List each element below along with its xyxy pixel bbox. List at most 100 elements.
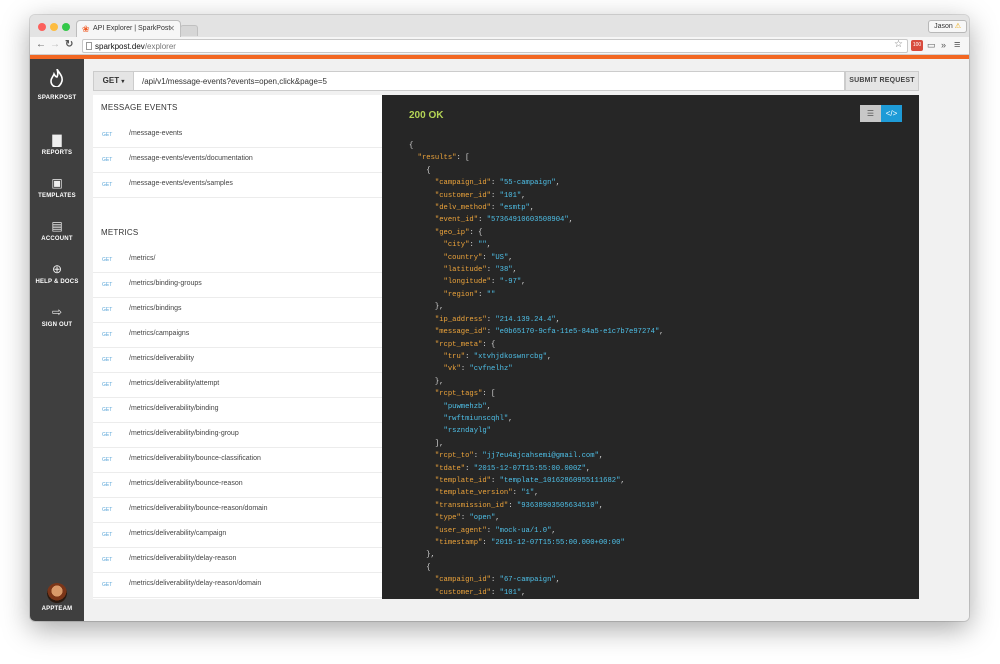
json-value: "93638903505634510" [516, 501, 599, 510]
sparkpost-logo[interactable]: SPARKPOST [30, 68, 84, 101]
json-key: "campaign_id" [434, 179, 491, 188]
endpoint-method: GET [102, 582, 113, 588]
endpoint-row[interactable]: GET/metrics/deliverability/bounce-classi… [93, 448, 382, 473]
json-key: "region" [443, 290, 479, 299]
extension-badge-icon[interactable]: 100 [911, 40, 923, 51]
json-value: "101" [499, 191, 522, 200]
endpoint-row[interactable]: GET/message-events/events/samples [93, 173, 382, 198]
sidebar-item-account[interactable]: ▤ ACCOUNT [30, 219, 84, 242]
sparkpost-flame-icon: ❀ [82, 24, 90, 34]
json-value: "mock-ua/1.0" [495, 526, 552, 535]
endpoint-row[interactable]: GET/metrics/deliverability/binding-group [93, 423, 382, 448]
menu-icon[interactable]: ≡ [954, 39, 960, 51]
method-dropdown[interactable]: GET ▾ [93, 71, 134, 91]
bar-chart-icon: ▇ [52, 133, 62, 147]
json-line: "rwftmiunscqhl", [443, 414, 513, 423]
view-toggle-settings-icon[interactable]: ☰ [860, 105, 881, 122]
sidebar-item-label: REPORTS [41, 150, 73, 156]
json-key: "template_version" [434, 489, 513, 498]
sidebar-item-templates[interactable]: ▣ TEMPLATES [30, 176, 84, 199]
endpoint-row[interactable]: GET/metrics/deliverability/campaign [93, 523, 382, 548]
json-key: "customer_id" [434, 191, 491, 200]
endpoint-row[interactable]: GET/metrics/deliverability/delay-reason [93, 548, 382, 573]
json-value: "US" [491, 253, 509, 262]
endpoint-path: /metrics/deliverability/bounce-classific… [129, 455, 261, 462]
image-icon: ▣ [51, 176, 63, 190]
endpoint-method: GET [102, 182, 113, 188]
endpoint-method: GET [102, 357, 113, 363]
json-key: "geo_ip" [434, 228, 470, 237]
json-line: "campaign_id": "67-campaign", [434, 576, 561, 585]
maximize-window-button[interactable] [62, 23, 70, 31]
response-status: 200 OK [409, 110, 444, 121]
sidebar-item-sign-out[interactable]: ⇨ SIGN OUT [30, 305, 84, 328]
json-line: ], [434, 439, 444, 448]
endpoint-row[interactable]: GET/metrics/binding-groups [93, 273, 382, 298]
json-key: "tdate" [434, 464, 466, 473]
endpoint-row[interactable]: GET/metrics/bindings [93, 298, 382, 323]
address-bar[interactable]: sparkpost.dev/explorer ☆ [82, 39, 908, 53]
more-extensions-icon[interactable]: » [941, 39, 946, 51]
endpoint-row[interactable]: GET/metrics/deliverability/bounce-reason [93, 473, 382, 498]
endpoint-row[interactable]: GET/metrics/deliverability [93, 348, 382, 373]
json-key: "rcpt_tags" [434, 390, 483, 399]
json-value: "" [486, 290, 496, 299]
endpoint-row[interactable]: GET/metrics/deliverability/domain [93, 598, 382, 599]
submit-request-button[interactable]: SUBMIT REQUEST [845, 71, 919, 91]
close-window-button[interactable] [38, 23, 46, 31]
minimize-window-button[interactable] [50, 23, 58, 31]
json-line: "region": "" [443, 290, 496, 299]
profile-button[interactable]: Jason ⚠ [928, 20, 967, 33]
sidebar-item-help-docs[interactable]: ⊕ HELP & DOCS [30, 262, 84, 285]
endpoint-path: /message-events/events/documentation [129, 155, 253, 162]
endpoint-method: GET [102, 332, 113, 338]
endpoint-path: /metrics/bindings [129, 305, 182, 312]
endpoint-row[interactable]: GET/metrics/deliverability/attempt [93, 373, 382, 398]
json-value: "esmtp" [499, 204, 530, 213]
json-value: "214.139.24.4" [495, 315, 556, 324]
endpoint-input[interactable]: /api/v1/message-events?events=open,click… [134, 71, 845, 91]
page-icon [86, 42, 92, 50]
endpoint-path: /message-events [129, 130, 183, 137]
json-line: "template_version": "1", [434, 489, 539, 498]
json-line: { [409, 142, 414, 150]
json-line: "rszndaylg" [409, 425, 664, 437]
json-line: "customer_id": "101", [434, 588, 526, 597]
json-line: }, [426, 551, 435, 560]
endpoint-method: GET [102, 507, 113, 513]
bookmark-star-icon[interactable]: ☆ [894, 39, 903, 50]
endpoint-path: /metrics/deliverability [129, 355, 194, 362]
response-panel: 200 OK ☰ </> { "results": [ { "campaign_… [382, 95, 919, 599]
sidebar-item-reports[interactable]: ▇ REPORTS [30, 133, 84, 156]
json-key: "timestamp" [434, 539, 483, 547]
json-line: "user_agent": "mock-ua/1.0", [434, 526, 556, 535]
json-value: "38" [495, 266, 513, 275]
json-value: "55-campaign" [499, 179, 556, 188]
briefcase-icon: ▤ [51, 219, 63, 233]
endpoint-list: MESSAGE EVENTS GET/message-events GET/mess… [93, 95, 382, 599]
json-line: "results": [ [417, 154, 470, 163]
view-toggle-code-icon[interactable]: </> [881, 105, 902, 122]
endpoint-row[interactable]: GET/metrics/deliverability/delay-reason/… [93, 573, 382, 598]
forward-icon[interactable]: → [50, 39, 60, 51]
cast-icon[interactable]: ▭ [927, 39, 936, 51]
endpoint-row[interactable]: GET/message-events [93, 123, 382, 148]
back-icon[interactable]: ← [36, 39, 46, 51]
close-tab-icon[interactable]: ✕ [168, 24, 175, 33]
json-line: "campaign_id": "55-campaign", [434, 179, 561, 188]
browser-tab[interactable]: ❀ API Explorer | SparkPost ✕ [76, 20, 181, 37]
new-tab-button[interactable] [180, 25, 198, 36]
json-value: "1" [521, 489, 535, 498]
reload-icon[interactable]: ↻ [65, 39, 73, 51]
endpoint-row[interactable]: GET/metrics/campaigns [93, 323, 382, 348]
endpoint-row[interactable]: GET/message-events/events/documentation [93, 148, 382, 173]
json-value: "jj7eu4ajcahsemi@gmail.com" [482, 452, 599, 461]
json-line: }, [434, 377, 444, 386]
life-ring-icon: ⊕ [51, 262, 63, 276]
endpoint-row[interactable]: GET/metrics/deliverability/bounce-reason… [93, 498, 382, 523]
endpoint-path: /metrics/binding-groups [129, 280, 202, 287]
json-line: "rcpt_tags": [ [434, 390, 496, 399]
endpoint-row[interactable]: GET/metrics/ [93, 248, 382, 273]
endpoint-row[interactable]: GET/metrics/deliverability/binding [93, 398, 382, 423]
account-switcher[interactable]: APPTEAM [30, 583, 84, 612]
